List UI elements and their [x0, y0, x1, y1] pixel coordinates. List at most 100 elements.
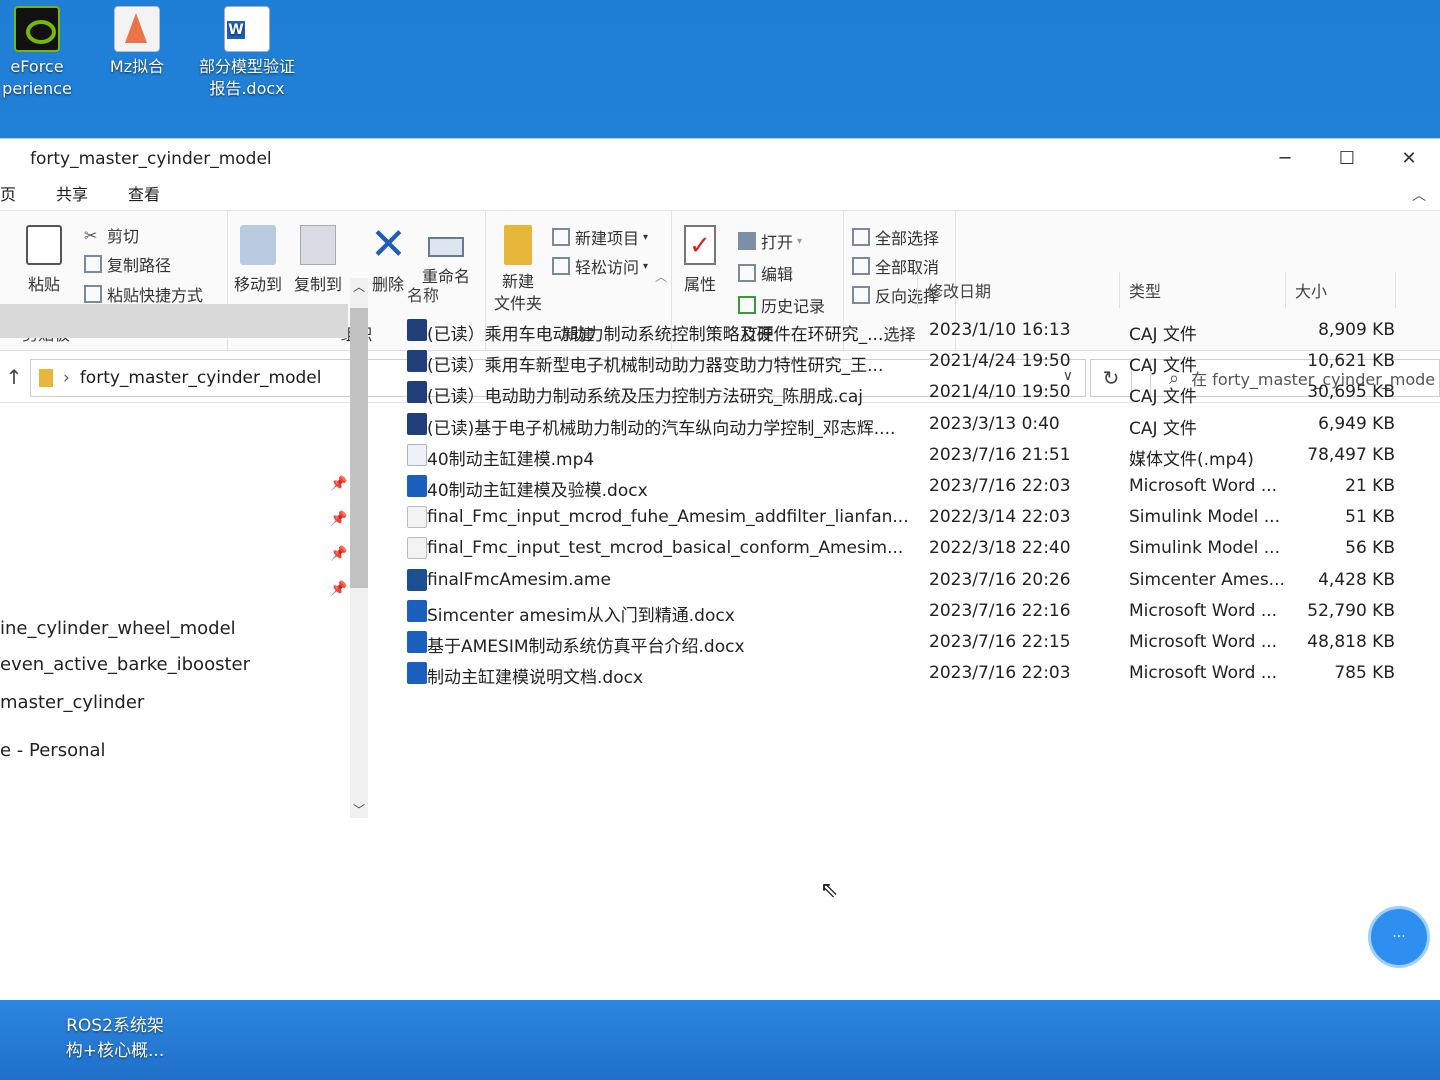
desktop-icon-geforce[interactable]: eForce perience	[0, 0, 92, 100]
nav-item[interactable]: ine_cylinder_wheel_model	[0, 618, 236, 639]
desktop-icon-report[interactable]: W 部分模型验证 报告.docx	[192, 0, 302, 100]
file-name: 40制动主缸建模及验模.docx	[427, 481, 648, 501]
dropdown-arrow-icon: ▾	[643, 231, 649, 243]
properties-check-icon: ✓	[684, 225, 716, 265]
tab-home[interactable]: 页	[0, 179, 36, 211]
nav-item[interactable]: even_active_barke_ibooster	[0, 654, 250, 675]
file-size: 21 KB	[1345, 476, 1395, 496]
file-date: 2023/7/16 20:26	[929, 570, 1071, 590]
file-name: (已读）电动助力制动系统及压力控制方法研究_陈朋成.caj	[427, 387, 864, 407]
select-all-label: 全部选择	[875, 229, 940, 248]
folder-icon	[504, 225, 532, 265]
word-file-icon	[407, 600, 427, 622]
file-row[interactable]: Simcenter amesim从入门到精通.docx 2023/7/16 22:…	[395, 597, 1415, 627]
pin-icon[interactable]: 📌	[330, 511, 347, 527]
column-header-type[interactable]: 类型	[1129, 278, 1161, 302]
pin-icon[interactable]: 📌	[330, 581, 347, 597]
delete-x-icon: ✕	[370, 219, 407, 270]
new-item-icon	[552, 228, 570, 246]
column-header-date[interactable]: 修改日期	[927, 278, 991, 302]
file-size: 52,790 KB	[1307, 601, 1395, 621]
tab-share[interactable]: 共享	[36, 179, 108, 211]
open-icon	[738, 232, 756, 250]
file-row[interactable]: 制动主缸建模说明文档.docx 2023/7/16 22:03 Microsoft …	[395, 659, 1415, 689]
scroll-thumb[interactable]	[350, 308, 368, 588]
collapse-ribbon-icon[interactable]: ︿	[1412, 185, 1426, 205]
file-date: 2021/4/24 19:50	[929, 351, 1071, 371]
word-file-icon: W	[224, 6, 270, 52]
file-row[interactable]: 40制动主缸建模及验模.docx 2023/7/16 22:03 Microsoft…	[395, 472, 1415, 502]
file-name: (已读）乘用车电动助力制动系统控制策略及硬件在环研究_...	[427, 325, 884, 345]
floating-assistant-button[interactable]: ···	[1368, 906, 1430, 968]
caj-file-icon	[407, 350, 427, 372]
file-name: finalFmcAmesim.ame	[427, 570, 611, 590]
scroll-down-icon[interactable]: ﹀	[350, 801, 368, 818]
file-type: Microsoft Word ...	[1129, 601, 1278, 621]
file-row[interactable]: final_Fmc_input_mcrod_fuhe_Amesim_addfil…	[395, 503, 1415, 533]
new-item-button[interactable]: 新建项目 ▾	[552, 225, 648, 249]
ame-file-icon	[407, 569, 427, 591]
file-row[interactable]: 基于AMESIM制动系统仿真平台介绍.docx 2023/7/16 22:15 Mi…	[395, 628, 1415, 658]
copy-to-icon	[300, 225, 336, 265]
file-type: 媒体文件(.mp4)	[1129, 450, 1254, 470]
column-divider[interactable]	[1395, 272, 1396, 308]
file-date: 2023/7/16 21:51	[929, 445, 1071, 465]
file-row[interactable]: final_Fmc_input_test_mcrod_basical_confo…	[395, 534, 1415, 564]
file-type: Simulink Model ...	[1129, 507, 1280, 527]
file-row[interactable]: finalFmcAmesim.ame 2023/7/16 20:26 Simcent…	[395, 566, 1415, 596]
open-button[interactable]: 打开 ▾	[738, 229, 802, 253]
minimize-button[interactable]: ─	[1254, 139, 1316, 179]
column-divider[interactable]	[1285, 272, 1286, 308]
file-row[interactable]: (已读）乘用车新型电子机械制动助力器变助力特性研究_王... 2021/4/24 …	[395, 347, 1415, 377]
file-size: 10,621 KB	[1307, 351, 1395, 371]
nav-item[interactable]: e - Personal	[0, 740, 106, 761]
column-header-size[interactable]: 大小	[1295, 278, 1327, 302]
select-all-button[interactable]: 全部选择	[852, 225, 939, 249]
file-name: 基于AMESIM制动系统仿真平台介绍.docx	[427, 637, 745, 657]
file-date: 2023/1/10 16:13	[929, 320, 1071, 340]
scroll-up-icon[interactable]: ︿	[350, 278, 368, 295]
file-size: 4,428 KB	[1318, 570, 1395, 590]
file-row[interactable]: 40制动主缸建模.mp4 2023/7/16 21:51 媒体文件(.mp4) 78,…	[395, 441, 1415, 471]
desktop-icon-label: 部分模型验证 报告.docx	[198, 57, 295, 98]
file-size: 6,949 KB	[1318, 414, 1395, 434]
file-type: Simcenter Ames...	[1129, 570, 1285, 590]
desktop-icon-mz[interactable]: Mz拟合	[82, 0, 192, 78]
file-size: 51 KB	[1345, 507, 1395, 527]
slx-file-icon	[407, 537, 427, 559]
title-bar[interactable]: forty_master_cyinder_model ─ ☐ ✕	[0, 139, 1440, 179]
column-divider[interactable]	[917, 272, 918, 308]
file-row[interactable]: (已读）电动助力制动系统及压力控制方法研究_陈朋成.caj 2021/4/10 1…	[395, 378, 1415, 408]
desktop-icon-label: eForce perience	[2, 57, 72, 98]
file-name: final_Fmc_input_test_mcrod_basical_confo…	[427, 538, 904, 558]
file-name: (已读）乘用车新型电子机械制动助力器变助力特性研究_王...	[427, 356, 884, 376]
file-name: final_Fmc_input_mcrod_fuhe_Amesim_addfil…	[427, 507, 907, 527]
nav-scrollbar[interactable]: ︿ ﹀	[350, 278, 368, 818]
file-type: CAJ 文件	[1129, 387, 1197, 407]
file-type: Microsoft Word ...	[1129, 476, 1278, 496]
window-controls: ─ ☐ ✕	[1254, 139, 1440, 179]
nav-selected-item[interactable]	[0, 304, 348, 338]
column-divider[interactable]	[1119, 272, 1120, 308]
file-size: 56 KB	[1345, 538, 1395, 558]
cut-button[interactable]: ✂ 剪切	[84, 223, 139, 247]
column-header-name[interactable]: 名称	[407, 282, 439, 306]
pin-icon[interactable]: 📌	[330, 476, 347, 492]
word-file-icon	[407, 631, 427, 653]
file-date: 2023/7/16 22:15	[929, 632, 1071, 652]
file-type: CAJ 文件	[1129, 419, 1197, 439]
clipboard-icon	[26, 225, 62, 265]
file-date: 2023/7/16 22:03	[929, 476, 1071, 496]
tab-view[interactable]: 查看	[108, 179, 180, 211]
pin-icon[interactable]: 📌	[330, 546, 347, 562]
close-button[interactable]: ✕	[1378, 139, 1440, 179]
file-date: 2023/7/16 22:03	[929, 663, 1071, 683]
maximize-button[interactable]: ☐	[1316, 139, 1378, 179]
file-row[interactable]: (已读)基于电子机械助力制动的汽车纵向动力学控制_邓志辉.... 2023/3/1…	[395, 410, 1415, 440]
nav-item[interactable]: master_cylinder	[0, 692, 144, 713]
desktop-file-ros2[interactable]: ROS2系统架 构+核心概...	[40, 1014, 190, 1064]
select-all-icon	[852, 228, 870, 246]
file-date: 2023/3/13 0:40	[929, 414, 1060, 434]
file-row[interactable]: (已读）乘用车电动助力制动系统控制策略及硬件在环研究_... 2023/1/10 …	[395, 316, 1415, 346]
file-type: Microsoft Word ...	[1129, 663, 1278, 683]
